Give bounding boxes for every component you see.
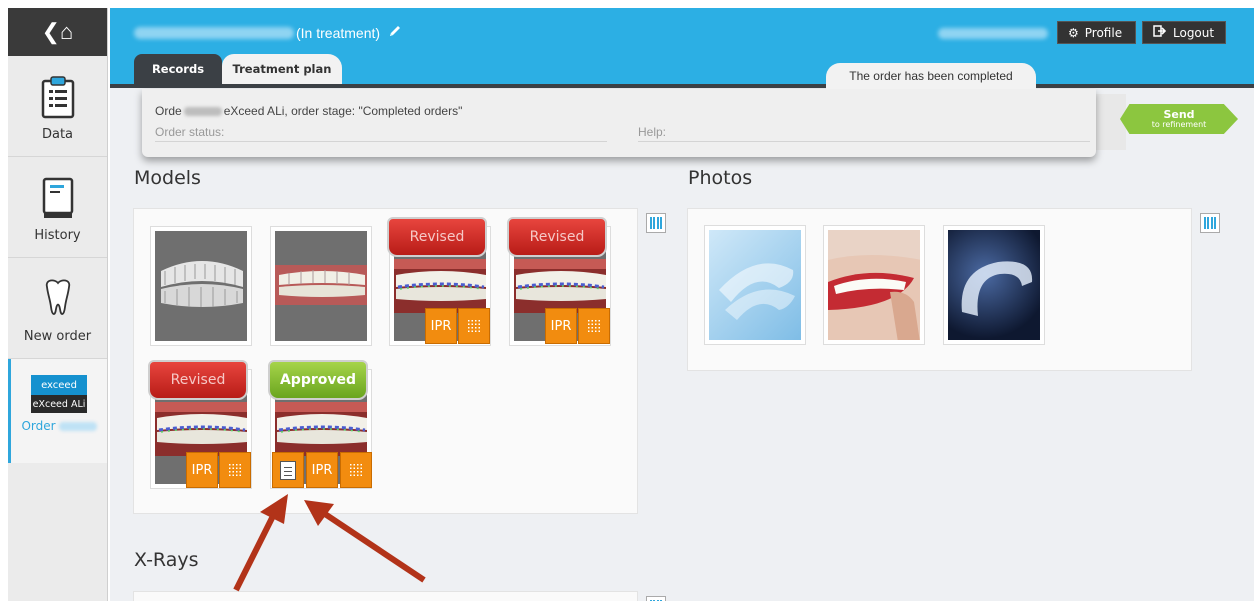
panel-edge: [1096, 94, 1126, 150]
sidebar-item-data[interactable]: Data: [8, 56, 107, 157]
gear-icon: ⚙: [1068, 25, 1079, 40]
staging-grid-button[interactable]: [458, 308, 490, 344]
revised-badge: Revised: [507, 217, 607, 257]
edit-pencil-icon[interactable]: [388, 24, 402, 41]
exceed-logo: exceed eXceed ALi: [31, 375, 87, 413]
staging-grid-button[interactable]: [219, 452, 251, 488]
photo-thumbnail-aligners[interactable]: [704, 225, 806, 345]
model-thumbnail-revised-3[interactable]: Revised IPR: [148, 360, 252, 489]
send-to-refinement-button[interactable]: Send to refinement: [1120, 104, 1238, 134]
profile-button[interactable]: ⚙ Profile: [1057, 21, 1136, 44]
staging-grid-button[interactable]: [340, 452, 372, 488]
order-number-label: Order: [21, 419, 97, 433]
model-thumbnail-revised-2[interactable]: Revised IPR: [507, 217, 611, 346]
photo-thumbnail-smile[interactable]: [823, 225, 925, 345]
ipr-button[interactable]: IPR: [306, 452, 338, 488]
redacted-patient-name: [134, 26, 294, 39]
models-title: Models: [134, 167, 201, 189]
logout-button[interactable]: Logout: [1142, 21, 1226, 44]
sidebar-item-order[interactable]: exceed eXceed ALi Order: [8, 359, 107, 463]
order-completed-banner: The order has been completed: [826, 63, 1036, 89]
send-button-label: Send: [1163, 107, 1195, 121]
tab-records[interactable]: Records: [134, 54, 222, 84]
staging-grid-button[interactable]: [578, 308, 610, 344]
send-button-sublabel: to refinement: [1151, 119, 1207, 129]
sidebar-item-label: New order: [23, 328, 92, 344]
order-stage-text: eXceed ALi, order stage: "Completed orde…: [223, 104, 463, 118]
redacted-user-email: [938, 28, 1048, 39]
grid-icon: [467, 319, 481, 333]
model-scan-image: [155, 231, 247, 341]
order-prefix: Orde: [155, 104, 182, 118]
photos-title: Photos: [688, 167, 753, 189]
aligners-photo: [709, 230, 801, 340]
model-thumbnail-revised-1[interactable]: Revised IPR: [387, 217, 491, 346]
smile-photo: [828, 230, 920, 340]
logout-icon: [1153, 25, 1167, 40]
grid-icon: [587, 319, 601, 333]
ipr-button[interactable]: IPR: [425, 308, 457, 344]
header: (In treatment) ⚙ Profile Logout Records …: [110, 8, 1254, 89]
order-info-panel: Orde eXceed ALi, order stage: "Completed…: [142, 89, 1096, 157]
back-home-button[interactable]: ❮⌂: [8, 8, 107, 56]
photo-thumbnail-aligner-closeup[interactable]: [943, 225, 1045, 345]
revised-badge: Revised: [148, 360, 248, 400]
sidebar-item-history[interactable]: History: [8, 157, 107, 258]
xrays-section: [133, 591, 666, 601]
sidebar: ❮⌂ Data History New order exceed eXceed …: [8, 8, 108, 601]
sidebar-item-label: History: [34, 227, 81, 243]
treatment-document-button[interactable]: [272, 452, 304, 488]
sidebar-item-new-order[interactable]: New order: [8, 258, 107, 359]
back-home-icon: ❮⌂: [41, 19, 74, 44]
book-icon: [41, 172, 75, 224]
order-label-text: Order: [21, 419, 56, 433]
clipboard-icon: [41, 71, 75, 123]
ipr-button[interactable]: IPR: [545, 308, 577, 344]
document-icon: [280, 460, 296, 480]
grid-icon: [228, 463, 242, 477]
xrays-title: X-Rays: [134, 549, 199, 571]
model-photo-image: [275, 231, 367, 341]
ipr-button[interactable]: IPR: [186, 452, 218, 488]
photos-layout-toggle-icon[interactable]: [1200, 213, 1220, 233]
revised-badge: Revised: [387, 217, 487, 257]
main-content: Orde eXceed ALi, order stage: "Completed…: [110, 88, 1254, 601]
redacted-order-id: [183, 106, 222, 116]
tab-treatment-plan[interactable]: Treatment plan: [222, 54, 342, 84]
order-description: Orde eXceed ALi, order stage: "Completed…: [155, 104, 462, 118]
model-thumbnail-scan[interactable]: [150, 226, 252, 346]
logo-bottom-text: eXceed ALi: [31, 395, 87, 413]
aligner-closeup-photo: [948, 230, 1040, 340]
order-status-label: Order status:: [155, 125, 225, 139]
patient-name[interactable]: (In treatment): [134, 24, 402, 41]
logout-button-label: Logout: [1173, 25, 1215, 40]
divider: [155, 141, 607, 142]
approved-badge: Approved: [268, 360, 368, 400]
profile-button-label: Profile: [1084, 25, 1123, 40]
models-layout-toggle-icon[interactable]: [646, 213, 666, 233]
redacted-order-number: [58, 421, 97, 431]
model-thumbnail-photo[interactable]: [270, 226, 372, 346]
help-label: Help:: [638, 125, 667, 139]
sidebar-item-label: Data: [41, 126, 74, 142]
divider: [638, 141, 1090, 142]
model-thumbnail-approved[interactable]: Approved IPR: [268, 360, 372, 489]
tooth-icon: [43, 273, 73, 325]
patient-status: (In treatment): [296, 24, 381, 41]
logo-top-text: exceed: [31, 375, 87, 395]
grid-icon: [349, 463, 363, 477]
xrays-layout-toggle-icon[interactable]: [646, 596, 666, 601]
